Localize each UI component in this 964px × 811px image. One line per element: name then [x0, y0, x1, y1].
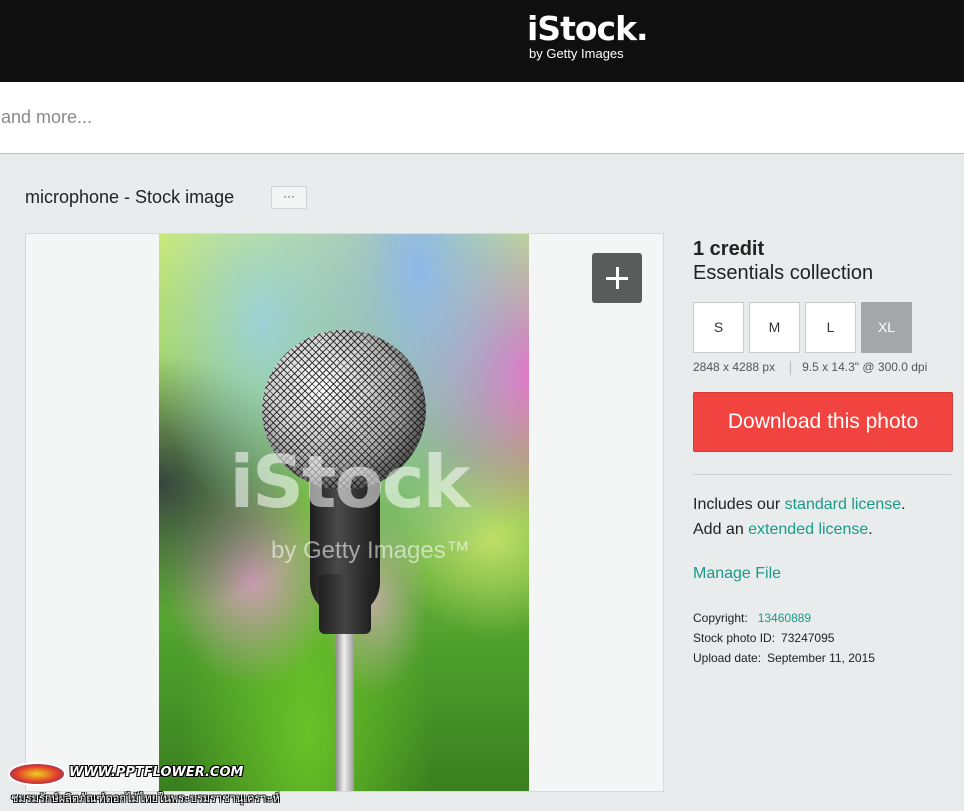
upload-date-row: Upload date: September 11, 2015	[693, 648, 875, 668]
image-preview-panel: iStock by Getty Images™	[25, 233, 664, 792]
print-dimensions: 9.5 x 14.3" @ 300.0 dpi	[802, 360, 928, 374]
plus-icon-vertical	[616, 267, 619, 289]
license-period: .	[868, 521, 873, 538]
istock-logo[interactable]: iStock. by Getty Images	[527, 9, 667, 61]
top-header-bar: iStock. by Getty Images	[0, 0, 964, 82]
size-option-xl[interactable]: XL	[861, 302, 912, 353]
download-button[interactable]: Download this photo	[693, 392, 953, 452]
license-text: Add an	[693, 521, 749, 538]
add-to-board-button[interactable]	[592, 253, 642, 303]
size-option-m[interactable]: M	[749, 302, 800, 353]
copyright-row: Copyright: 13460889	[693, 608, 875, 628]
copyright-label: Copyright:	[693, 611, 748, 625]
license-line-standard: Includes our standard license.	[693, 492, 906, 517]
logo-main-text: iStock.	[527, 9, 649, 48]
license-line-extended: Add an extended license.	[693, 517, 906, 542]
pixel-dimensions: 2848 x 4288 px	[693, 360, 776, 374]
stock-photo[interactable]: iStock by Getty Images™	[159, 234, 529, 791]
section-divider	[693, 474, 951, 475]
license-text: Includes our	[693, 496, 785, 513]
logo-sub-text: by Getty Images	[529, 46, 624, 61]
license-info: Includes our standard license. Add an ex…	[693, 492, 906, 542]
stock-id-label: Stock photo ID:	[693, 631, 776, 645]
page-title: microphone - Stock image	[25, 187, 235, 207]
size-option-s[interactable]: S	[693, 302, 744, 353]
license-period: .	[901, 496, 906, 513]
credit-cost: 1 credit	[693, 238, 765, 260]
pptflower-logo-icon	[8, 762, 66, 786]
collection-name: Essentials collection	[693, 262, 874, 284]
search-bar	[0, 82, 964, 154]
footer-watermark-text: ชมรมรักษ์ผลิตภัณฑ์ดอกไม้ไทยในพระบรมราชาน…	[11, 792, 280, 805]
stock-id-value: 73247095	[781, 631, 835, 645]
watermark-main: iStock	[229, 440, 471, 524]
size-option-l[interactable]: L	[805, 302, 856, 353]
standard-license-link[interactable]: standard license	[785, 496, 902, 513]
image-dimensions: 2848 x 4288 px 9.5 x 14.3" @ 300.0 dpi	[693, 360, 927, 375]
stock-id-row: Stock photo ID: 73247095	[693, 628, 875, 648]
dimension-divider	[790, 360, 792, 375]
manage-file-link[interactable]: Manage File	[693, 565, 781, 583]
more-options-button[interactable]: ···	[271, 186, 307, 209]
mic-clip	[319, 574, 371, 634]
upload-date-label: Upload date:	[693, 651, 762, 665]
search-input[interactable]	[0, 82, 900, 153]
image-metadata: Copyright: 13460889 Stock photo ID: 732470…	[693, 608, 875, 668]
upload-date-value: September 11, 2015	[767, 651, 875, 665]
extended-license-link[interactable]: extended license	[748, 521, 868, 538]
copyright-link[interactable]: 13460889	[758, 611, 811, 625]
footer-watermark-url: WWW.PPTFLOWER.COM	[69, 765, 244, 780]
watermark-sub: by Getty Images™	[271, 537, 470, 564]
